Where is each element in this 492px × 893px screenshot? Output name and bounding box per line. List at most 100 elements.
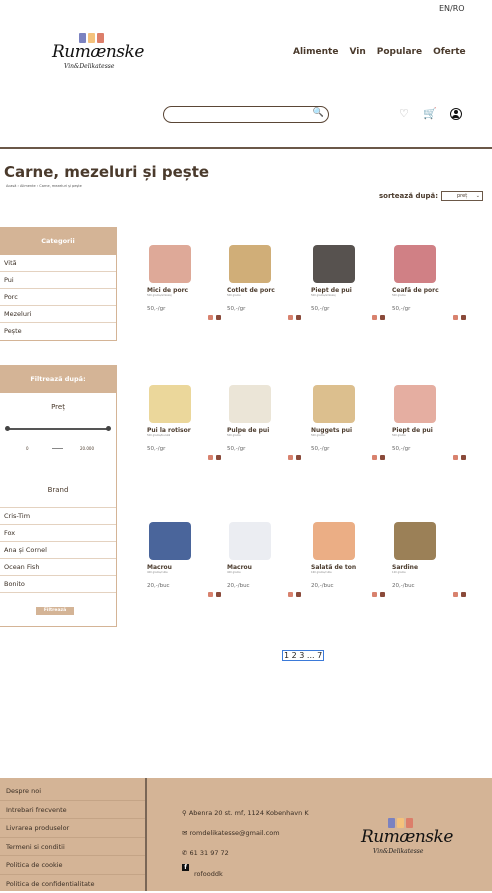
product-image[interactable] — [149, 245, 191, 283]
sort-select[interactable]: preț⌄ — [441, 191, 483, 201]
product-image[interactable] — [394, 522, 436, 560]
heart-icon[interactable]: ♡ — [399, 107, 409, 120]
add-to-cart-icon[interactable] — [461, 455, 466, 460]
add-to-cart-icon[interactable] — [216, 455, 221, 460]
add-to-cart-icon[interactable] — [461, 315, 466, 320]
product-name[interactable]: Macrou — [147, 564, 227, 571]
favorite-icon[interactable] — [372, 315, 377, 320]
favorite-icon[interactable] — [453, 455, 458, 460]
favorite-icon[interactable] — [208, 315, 213, 320]
product-name[interactable]: Mici de porc — [147, 287, 227, 294]
footer-link-termeni[interactable]: Termeni si conditii — [0, 838, 145, 857]
favorite-icon[interactable] — [372, 455, 377, 460]
product-image[interactable] — [149, 385, 191, 423]
product-name[interactable]: Ceafă de porc — [392, 287, 472, 294]
favorite-icon[interactable] — [453, 592, 458, 597]
favorite-icon[interactable] — [208, 455, 213, 460]
price-min[interactable]: 0 — [26, 446, 29, 451]
favorite-icon[interactable] — [208, 592, 213, 597]
pagination[interactable]: 1 2 3 ... 7 — [282, 650, 324, 661]
product-name[interactable]: Cotlet de porc — [227, 287, 307, 294]
language-switch[interactable]: EN/RO — [439, 4, 465, 13]
product-card[interactable]: Ceafă de porc 500 grame 50,-/gr — [392, 245, 472, 320]
add-to-cart-icon[interactable] — [380, 455, 385, 460]
product-card[interactable]: Cotlet de porc 500 grame 50,-/gr — [227, 245, 307, 320]
favorite-icon[interactable] — [453, 315, 458, 320]
search-input[interactable]: 🔍 — [163, 106, 329, 123]
footer-link-confidentialitate[interactable]: Politica de confidentialitate — [0, 875, 145, 893]
product-card[interactable]: Pulpe de pui 500 grame 50,-/gr — [227, 385, 307, 460]
price-slider[interactable] — [7, 428, 109, 430]
favorite-icon[interactable] — [288, 315, 293, 320]
favorite-icon[interactable] — [288, 592, 293, 597]
add-to-cart-icon[interactable] — [461, 592, 466, 597]
breadcrumb[interactable]: Acasă › Alimente › Carne, mezeluri și pe… — [6, 184, 82, 188]
product-image[interactable] — [229, 522, 271, 560]
price-slider-max-handle[interactable] — [106, 426, 111, 431]
footer-link-livrare[interactable]: Livrarea produselor — [0, 819, 145, 838]
logo[interactable]: Rumænske Vin&Delikatesse — [52, 33, 142, 77]
category-porc[interactable]: Porc — [0, 289, 116, 306]
price-slider-min-handle[interactable] — [5, 426, 10, 431]
product-card[interactable]: Nuggets pui 500 grame 50,-/gr — [311, 385, 391, 460]
footer-link-intrebari[interactable]: Intrebari frecvente — [0, 801, 145, 820]
nav-populare[interactable]: Populare — [377, 47, 422, 57]
nav-vin[interactable]: Vin — [349, 47, 365, 57]
product-name[interactable]: Piept de pui — [392, 427, 472, 434]
search-icon[interactable]: 🔍 — [313, 108, 324, 118]
price-max[interactable]: 20.000 — [80, 446, 94, 451]
product-card[interactable]: Sardine 120 grame 20,-/buc — [392, 522, 472, 597]
product-name[interactable]: Salată de ton — [311, 564, 391, 571]
nav-oferte[interactable]: Oferte — [433, 47, 466, 57]
footer-phone[interactable]: 61 31 97 72 — [190, 849, 229, 857]
footer-facebook[interactable]: rofooddk — [194, 870, 223, 878]
product-image[interactable] — [229, 245, 271, 283]
brand-ana-si-cornel[interactable]: Ana și Cornel — [0, 542, 116, 559]
product-card[interactable]: Piept de pui 500 grame 50,-/gr — [392, 385, 472, 460]
add-to-cart-icon[interactable] — [296, 455, 301, 460]
add-to-cart-icon[interactable] — [296, 315, 301, 320]
product-card[interactable]: Salată de ton 160 grame/cutie 20,-/buc — [311, 522, 391, 597]
footer-link-despre-noi[interactable]: Despre noi — [0, 782, 145, 801]
favorite-icon[interactable] — [372, 592, 377, 597]
product-card[interactable]: Piept de pui 500 grame/ambalaj 50,-/gr — [311, 245, 391, 320]
product-image[interactable] — [229, 385, 271, 423]
favorite-icon[interactable] — [288, 455, 293, 460]
brand-bonito[interactable]: Bonito — [0, 576, 116, 593]
nav-alimente[interactable]: Alimente — [293, 47, 338, 57]
brand-fox[interactable]: Fox — [0, 525, 116, 542]
product-name[interactable]: Pui la rotisor — [147, 427, 227, 434]
product-card[interactable]: Macrou 400 grame/cutie 20,-/buc — [147, 522, 227, 597]
product-name[interactable]: Nuggets pui — [311, 427, 391, 434]
filter-button[interactable]: Filtrează — [36, 607, 74, 615]
category-peste[interactable]: Pește — [0, 323, 116, 340]
footer-email[interactable]: romdelikatesse@gmail.com — [190, 829, 280, 837]
product-name[interactable]: Piept de pui — [311, 287, 391, 294]
add-to-cart-icon[interactable] — [296, 592, 301, 597]
product-name[interactable]: Macrou — [227, 564, 307, 571]
category-pui[interactable]: Pui — [0, 272, 116, 289]
brand-cris-tim[interactable]: Cris-Tim — [0, 508, 116, 525]
product-image[interactable] — [313, 245, 355, 283]
product-image[interactable] — [313, 522, 355, 560]
add-to-cart-icon[interactable] — [216, 592, 221, 597]
category-vita[interactable]: Vită — [0, 255, 116, 272]
product-card[interactable]: Pui la rotisor 500 grame/bucată 50,-/gr — [147, 385, 227, 460]
brand-ocean-fish[interactable]: Ocean Fish — [0, 559, 116, 576]
cart-icon[interactable]: 🛒 — [423, 107, 437, 120]
product-card[interactable]: Macrou 400 grame 20,-/buc — [227, 522, 307, 597]
product-card[interactable]: Mici de porc 500 grame/ambalaj 50,-/gr — [147, 245, 227, 320]
add-to-cart-icon[interactable] — [216, 315, 221, 320]
add-to-cart-icon[interactable] — [380, 592, 385, 597]
product-image[interactable] — [149, 522, 191, 560]
product-name[interactable]: Sardine — [392, 564, 472, 571]
add-to-cart-icon[interactable] — [380, 315, 385, 320]
product-image[interactable] — [313, 385, 355, 423]
product-name[interactable]: Pulpe de pui — [227, 427, 307, 434]
product-image[interactable] — [394, 385, 436, 423]
product-image[interactable] — [394, 245, 436, 283]
category-mezeluri[interactable]: Mezeluri — [0, 306, 116, 323]
footer-link-cookie[interactable]: Politica de cookie — [0, 856, 145, 875]
facebook-icon[interactable]: f — [182, 864, 189, 871]
user-icon[interactable] — [450, 108, 462, 120]
